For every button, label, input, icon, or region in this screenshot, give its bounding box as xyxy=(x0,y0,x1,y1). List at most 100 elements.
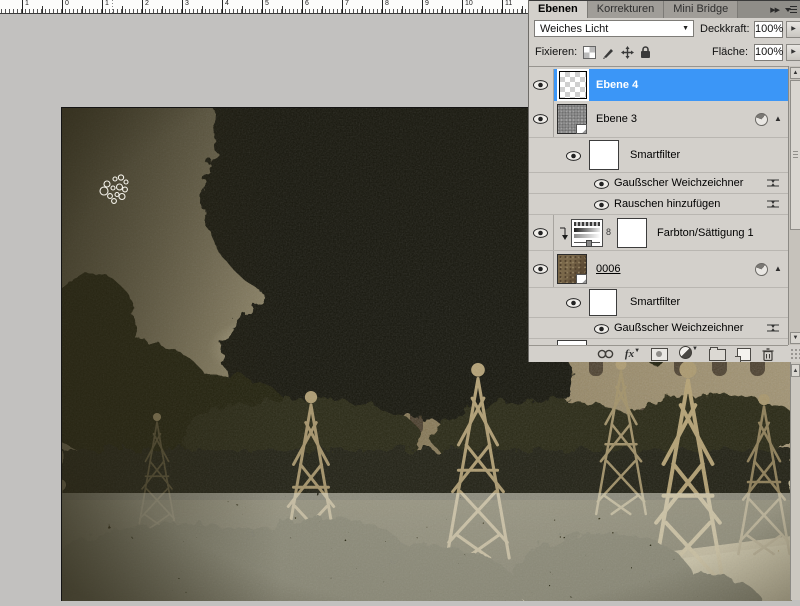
visibility-eye-icon[interactable] xyxy=(594,324,609,334)
new-group-icon[interactable] xyxy=(709,347,726,361)
layer-row-0006[interactable]: 0006 ▲ xyxy=(529,251,788,288)
scroll-down-icon[interactable]: ▼ xyxy=(790,332,800,344)
layer-row-ebene3[interactable]: Ebene 3 ▲ xyxy=(529,101,788,138)
tab-ebenen[interactable]: Ebenen xyxy=(529,1,588,18)
smart-filter-indicator-icon[interactable] xyxy=(755,113,768,126)
ruler-major-tick xyxy=(22,0,23,13)
new-layer-icon[interactable] xyxy=(735,347,751,362)
scrollbar-thumb[interactable] xyxy=(790,80,800,230)
filter-blend-options-icon[interactable] xyxy=(766,177,780,189)
ruler-number: 1 xyxy=(25,0,29,7)
ruler-number: 3 xyxy=(185,0,189,7)
ruler-number: 8 xyxy=(385,0,389,7)
document-vertical-scrollbar[interactable]: ▲ xyxy=(790,362,800,600)
layer-thumbnail-noise[interactable] xyxy=(557,104,587,134)
lock-all-icon[interactable] xyxy=(640,45,651,59)
visibility-eye-icon[interactable] xyxy=(594,200,609,210)
layer-name[interactable]: Farbton/Sättigung 1 xyxy=(657,227,754,239)
collapse-panels-icon[interactable]: ▶▶ xyxy=(770,6,780,14)
visibility-eye-icon[interactable] xyxy=(533,114,548,124)
layer-thumbnail-transparent[interactable] xyxy=(559,71,587,99)
lock-transparency-icon[interactable] xyxy=(583,45,597,59)
ruler-major-tick xyxy=(502,0,503,13)
lock-position-icon[interactable] xyxy=(621,45,635,59)
fill-slider-arrow-icon[interactable]: ▶ xyxy=(786,43,800,61)
lock-fill-row: Fixieren: Fläche: 100% ▶ xyxy=(529,41,800,63)
visibility-eye-icon[interactable] xyxy=(566,298,581,308)
add-adjustment-layer-icon[interactable]: ▼ xyxy=(679,346,698,362)
smart-object-badge-icon xyxy=(576,124,587,134)
fill-label: Fläche: xyxy=(712,46,749,58)
smart-filter-label[interactable]: Smartfilter xyxy=(630,149,680,161)
ruler-major-tick xyxy=(302,0,303,13)
filter-name[interactable]: Rauschen hinzufügen xyxy=(614,198,720,210)
opacity-slider-arrow-icon[interactable]: ▶ xyxy=(786,20,800,38)
smart-filter-row[interactable]: Smartfilter xyxy=(529,138,788,173)
filter-blend-options-icon[interactable] xyxy=(766,322,780,334)
layer-name[interactable]: Ebene 3 xyxy=(596,113,637,125)
layer-style-fx-icon[interactable]: fx▼ xyxy=(625,348,640,360)
smart-filter-label[interactable]: Smartfilter xyxy=(630,296,680,308)
delete-layer-trash-icon[interactable] xyxy=(762,347,774,361)
visibility-eye-icon[interactable] xyxy=(533,228,548,238)
ruler-major-tick xyxy=(382,0,383,13)
ruler-number: 1 xyxy=(105,0,109,7)
ruler-number: 9 xyxy=(425,0,429,7)
blend-mode-value: Weiches Licht xyxy=(540,22,609,35)
hue-saturation-thumbnail[interactable] xyxy=(571,219,603,247)
visibility-eye-icon[interactable] xyxy=(533,80,548,90)
clipping-mask-arrow-icon xyxy=(560,227,568,240)
smart-filter-row[interactable]: Smartfilter xyxy=(529,288,788,318)
lock-label: Fixieren: xyxy=(535,46,578,58)
filter-row-gaussian-blur[interactable]: Gaußscher Weichzeichner xyxy=(529,173,788,194)
smart-filter-mask-thumbnail[interactable] xyxy=(589,140,619,170)
horizontal-ruler[interactable]: 1 0 1 2 3 4 5 6 7 8 9 10 11 xyxy=(0,0,528,14)
layers-bottom-bar: fx▼ ▼ xyxy=(529,345,788,362)
ruler-number: 6 xyxy=(305,0,309,7)
filter-name[interactable]: Gaußscher Weichzeichner xyxy=(614,322,743,334)
ruler-major-tick xyxy=(262,0,263,13)
scroll-up-icon[interactable]: ▲ xyxy=(791,364,800,377)
mask-link-icon[interactable]: 8 xyxy=(606,228,611,237)
collapse-filters-icon[interactable]: ▲ xyxy=(774,264,782,273)
ruler-number: 11 xyxy=(505,0,513,7)
visibility-eye-icon[interactable] xyxy=(533,264,548,274)
opacity-input[interactable]: 100% xyxy=(754,20,783,38)
scroll-up-icon[interactable]: ▲ xyxy=(790,67,800,79)
layer-row-ebene4[interactable]: Ebene 4 xyxy=(529,69,788,101)
layer-list: Ebene 4 Ebene 3 ▲ Smartfilter Gaußscher … xyxy=(529,66,788,346)
smart-filter-indicator-icon[interactable] xyxy=(755,263,768,276)
filter-row-add-noise[interactable]: Rauschen hinzufügen xyxy=(529,194,788,215)
collapse-filters-icon[interactable]: ▲ xyxy=(774,114,782,123)
ruler-major-tick xyxy=(462,0,463,13)
tab-korrekturen[interactable]: Korrekturen xyxy=(587,1,665,18)
tab-mini-bridge[interactable]: Mini Bridge xyxy=(664,1,739,18)
layer-name[interactable]: 0006 xyxy=(596,263,620,275)
ruler-cursor-indicator xyxy=(112,0,113,13)
blend-mode-select[interactable]: Weiches Licht ▼ xyxy=(534,20,694,37)
smart-object-badge-icon xyxy=(576,274,587,284)
panel-menu-icon[interactable] xyxy=(785,5,797,14)
panel-tab-bar: Ebenen Korrekturen Mini Bridge ▶▶ xyxy=(529,0,800,18)
adjustment-layer-row[interactable]: 8 Farbton/Sättigung 1 xyxy=(529,215,788,251)
lock-pixels-brush-icon[interactable] xyxy=(602,46,615,59)
adjustment-mask-thumbnail[interactable] xyxy=(617,218,647,248)
panel-resize-grip[interactable] xyxy=(789,347,800,360)
layer-name[interactable]: Ebene 4 xyxy=(596,79,638,91)
visibility-eye-icon[interactable] xyxy=(566,151,581,161)
add-layer-mask-icon[interactable] xyxy=(651,347,669,361)
chevron-down-icon: ▼ xyxy=(682,25,689,32)
blend-opacity-row: Weiches Licht ▼ Deckkraft: 100% ▶ xyxy=(529,18,800,40)
filter-blend-options-icon[interactable] xyxy=(766,198,780,210)
filter-row-gaussian-blur[interactable]: Gaußscher Weichzeichner xyxy=(529,318,788,339)
visibility-eye-icon[interactable] xyxy=(594,179,609,189)
link-layers-icon[interactable] xyxy=(597,349,614,359)
smart-filter-mask-thumbnail[interactable] xyxy=(589,289,617,316)
fill-input[interactable]: 100% xyxy=(754,43,783,61)
ruler-number: 7 xyxy=(345,0,349,7)
filter-name[interactable]: Gaußscher Weichzeichner xyxy=(614,177,743,189)
layer-thumbnail-photo[interactable] xyxy=(557,254,587,284)
ruler-major-tick xyxy=(62,0,63,13)
layers-scrollbar[interactable]: ▲ ▼ xyxy=(788,66,800,345)
ruler-major-tick xyxy=(342,0,343,13)
